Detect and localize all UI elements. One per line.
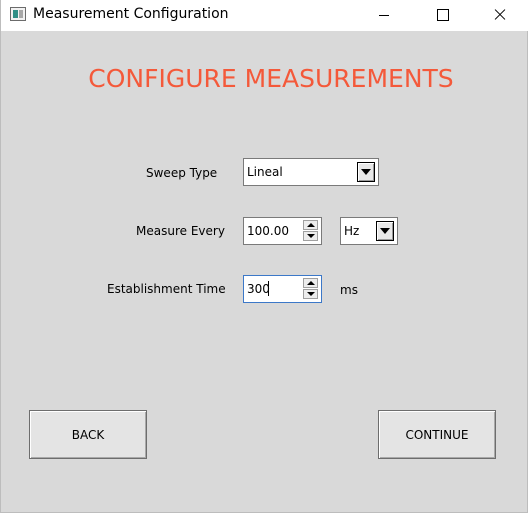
measurement-configuration-window: Measurement Configuration CONFIGURE MEAS…	[0, 0, 528, 513]
increment-arrow-icon[interactable]	[303, 220, 318, 230]
establishment-time-label: Establishment Time	[107, 282, 226, 296]
chevron-down-icon[interactable]	[376, 221, 394, 241]
window-title: Measurement Configuration	[33, 6, 229, 22]
frequency-unit-select[interactable]: Hz	[340, 217, 398, 245]
maximize-icon[interactable]	[419, 0, 465, 31]
minimize-icon[interactable]	[361, 0, 407, 31]
sweep-type-value: Lineal	[247, 165, 283, 179]
app-window-icon	[10, 7, 26, 21]
establishment-time-value: 300	[247, 282, 270, 296]
sweep-type-select[interactable]: Lineal	[243, 158, 379, 186]
decrement-arrow-icon[interactable]	[303, 231, 318, 241]
text-caret	[268, 281, 269, 296]
decrement-arrow-icon[interactable]	[303, 289, 318, 299]
measure-every-label: Measure Every	[136, 224, 225, 238]
increment-arrow-icon[interactable]	[303, 278, 318, 288]
measure-every-value: 100.00	[247, 224, 289, 238]
back-button[interactable]: BACK	[29, 410, 147, 459]
page-title: CONFIGURE MEASUREMENTS	[88, 64, 454, 93]
continue-button[interactable]: CONTINUE	[378, 410, 496, 459]
title-bar: Measurement Configuration	[1, 0, 528, 31]
measure-every-spinbox[interactable]: 100.00	[243, 217, 322, 245]
establishment-time-unit: ms	[340, 283, 358, 297]
establishment-time-spinbox[interactable]: 300	[243, 275, 322, 303]
chevron-down-icon[interactable]	[357, 162, 375, 182]
frequency-unit-value: Hz	[344, 224, 360, 238]
close-icon[interactable]	[477, 0, 523, 31]
sweep-type-label: Sweep Type	[146, 166, 218, 180]
